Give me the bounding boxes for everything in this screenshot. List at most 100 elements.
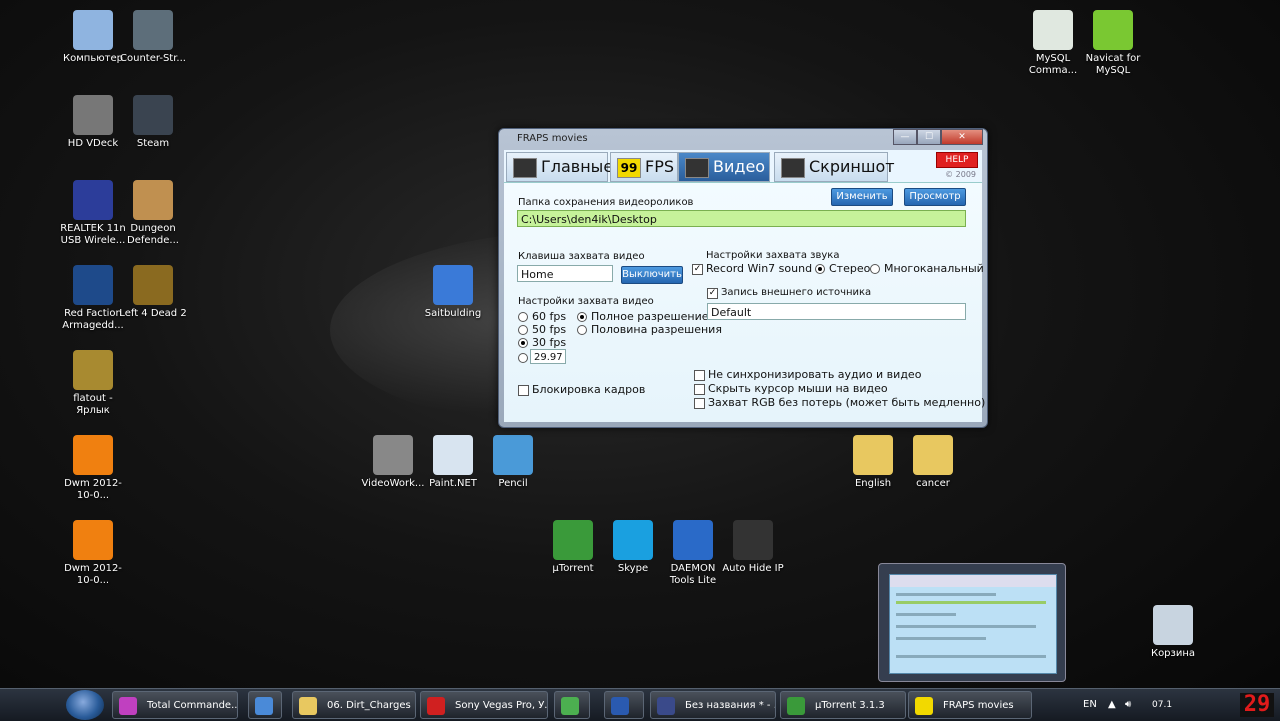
desktop-icon-label: Saitbulding [424, 308, 482, 319]
lock-frames-label: Блокировка кадров [532, 383, 646, 396]
start-button[interactable] [66, 690, 104, 720]
custom-fps-field[interactable]: 29.97 [530, 349, 566, 364]
taskbar-item[interactable] [554, 691, 590, 719]
word-icon [611, 697, 629, 715]
nosync-checkbox[interactable] [694, 370, 705, 381]
realtek-icon [73, 180, 113, 220]
rgb-lossless-label: Захват RGB без потерь (может быть медлен… [708, 396, 986, 409]
language-indicator[interactable]: EN [1083, 689, 1097, 721]
nosync-label: Не синхронизировать аудио и видео [708, 368, 922, 381]
opera-icon [427, 697, 445, 715]
folder-path-field[interactable]: C:\Users\den4ik\Desktop [517, 210, 966, 227]
tab-screenshot[interactable]: Скриншот [774, 152, 895, 182]
help-button[interactable]: HELP [936, 152, 978, 168]
desktop-icon[interactable]: flatout - Ярлык [58, 350, 128, 417]
tray-expand-icon[interactable]: ▲ [1108, 689, 1116, 721]
taskbar-item[interactable] [604, 691, 644, 719]
folder-icon [853, 435, 893, 475]
desktop-icon[interactable]: Navicat for MySQL [1078, 10, 1148, 77]
desktop-icon[interactable]: Counter-Str... [118, 10, 188, 65]
fps-30-radio[interactable] [518, 338, 528, 348]
desktop-icon-label: Navicat for MySQL [1085, 53, 1141, 76]
external-device-field[interactable]: Default [707, 303, 966, 320]
hide-cursor-checkbox[interactable] [694, 384, 705, 395]
utorrent-icon [787, 697, 805, 715]
tab-general[interactable]: Главные [506, 152, 613, 182]
maximize-button[interactable]: ☐ [917, 129, 941, 145]
view-folder-button[interactable]: Просмотр [904, 188, 966, 206]
fraps-window[interactable]: FRAPS movies — ☐ ✕ Главные 99 FPS Видео … [498, 128, 988, 428]
fps-60-label: 60 fps [532, 310, 567, 323]
stereo-radio[interactable] [815, 264, 825, 274]
close-button[interactable]: ✕ [941, 129, 983, 145]
minimize-button[interactable]: — [893, 129, 917, 145]
globe-icon [255, 697, 273, 715]
dungeon-defenders-icon [133, 180, 173, 220]
fps-custom-radio[interactable] [518, 353, 528, 363]
full-resolution-radio[interactable] [577, 312, 587, 322]
taskbar-item[interactable] [248, 691, 282, 719]
rgb-lossless-checkbox[interactable] [694, 398, 705, 409]
taskbar-item-label: 06. Dirt_Charges [327, 700, 411, 711]
folder-label: Папка сохранения видеороликов [518, 197, 694, 208]
folder-icon [299, 697, 317, 715]
desktop-icon-label: Steam [136, 138, 170, 149]
flatout-icon [73, 350, 113, 390]
desktop-icon[interactable]: Left 4 Dead 2 [118, 265, 188, 320]
camera-icon [373, 435, 413, 475]
fps-60-radio[interactable] [518, 312, 528, 322]
half-resolution-radio[interactable] [577, 325, 587, 335]
desktop-icon-label: Корзина [1150, 648, 1196, 659]
disable-hotkey-button[interactable]: Выключить [621, 266, 683, 284]
external-source-label: Запись внешнего источника [721, 287, 872, 298]
fraps-icon [915, 697, 933, 715]
desktop-icon[interactable]: Steam [118, 95, 188, 150]
taskbar-thumbnail-preview[interactable] [878, 563, 1066, 682]
desktop-icon-label: Left 4 Dead 2 [119, 308, 187, 319]
tab-video-label: Видео [713, 157, 766, 176]
tab-video[interactable]: Видео [678, 152, 770, 182]
desktop-icon[interactable]: Pencil [478, 435, 548, 490]
clock[interactable]: 07.1 [1152, 689, 1172, 721]
fps-50-radio[interactable] [518, 325, 528, 335]
lock-frames-checkbox[interactable] [518, 385, 529, 396]
desktop-icon[interactable]: Saitbulding [418, 265, 488, 320]
taskbar: Total Commande... 06. Dirt_Charges Sony Ve… [0, 688, 1280, 721]
desktop-icon[interactable]: Dwm 2012-10-0... [58, 435, 128, 502]
full-resolution-label: Полное разрешение [591, 310, 709, 323]
external-source-checkbox[interactable]: ✓ [707, 288, 718, 299]
desktop-icon[interactable]: Dungeon Defende... [118, 180, 188, 247]
taskbar-item[interactable]: µTorrent 3.1.3 [780, 691, 906, 719]
desktop-icon[interactable]: cancer [898, 435, 968, 490]
preview-line [896, 625, 1036, 628]
desktop-icon[interactable]: Корзина [1138, 605, 1208, 660]
taskbar-item-label: FRAPS movies [943, 700, 1014, 711]
hotkey-field[interactable]: Home [517, 265, 613, 282]
chrome-icon [561, 697, 579, 715]
record-win7-checkbox[interactable]: ✓ [692, 264, 703, 275]
taskbar-item[interactable]: Без названия * - ... [650, 691, 776, 719]
taskbar-item-label: Без названия * - ... [685, 700, 776, 711]
sound-settings-label: Настройки захвата звука [706, 250, 840, 261]
desktop-icon[interactable]: Auto Hide IP [718, 520, 788, 575]
taskbar-item[interactable]: Total Commande... [112, 691, 238, 719]
taskbar-item[interactable]: Sony Vegas Pro, У... [420, 691, 548, 719]
preview-line [896, 593, 996, 596]
preview-line [896, 613, 956, 616]
change-folder-button[interactable]: Изменить [831, 188, 893, 206]
multichannel-radio[interactable] [870, 264, 880, 274]
multichannel-label: Многоканальный [884, 262, 984, 275]
counter-strike-icon [133, 10, 173, 50]
tab-fps[interactable]: 99 FPS [610, 152, 678, 182]
computer-icon [73, 10, 113, 50]
volume-icon[interactable]: 🔊︎ [1125, 689, 1131, 721]
desktop-icon[interactable]: Dwm 2012-10-0... [58, 520, 128, 587]
record-win7-label: Record Win7 sound [706, 262, 813, 275]
screenshot-tab-icon [781, 158, 805, 178]
tab-bar: Главные 99 FPS Видео Скриншот HELP © 200… [504, 150, 982, 183]
taskbar-item[interactable]: FRAPS movies [908, 691, 1032, 719]
desktop-icon-label: Auto Hide IP [722, 563, 784, 574]
navicat-icon [1093, 10, 1133, 50]
tab-screenshot-label: Скриншот [809, 157, 895, 176]
taskbar-item[interactable]: 06. Dirt_Charges [292, 691, 416, 719]
